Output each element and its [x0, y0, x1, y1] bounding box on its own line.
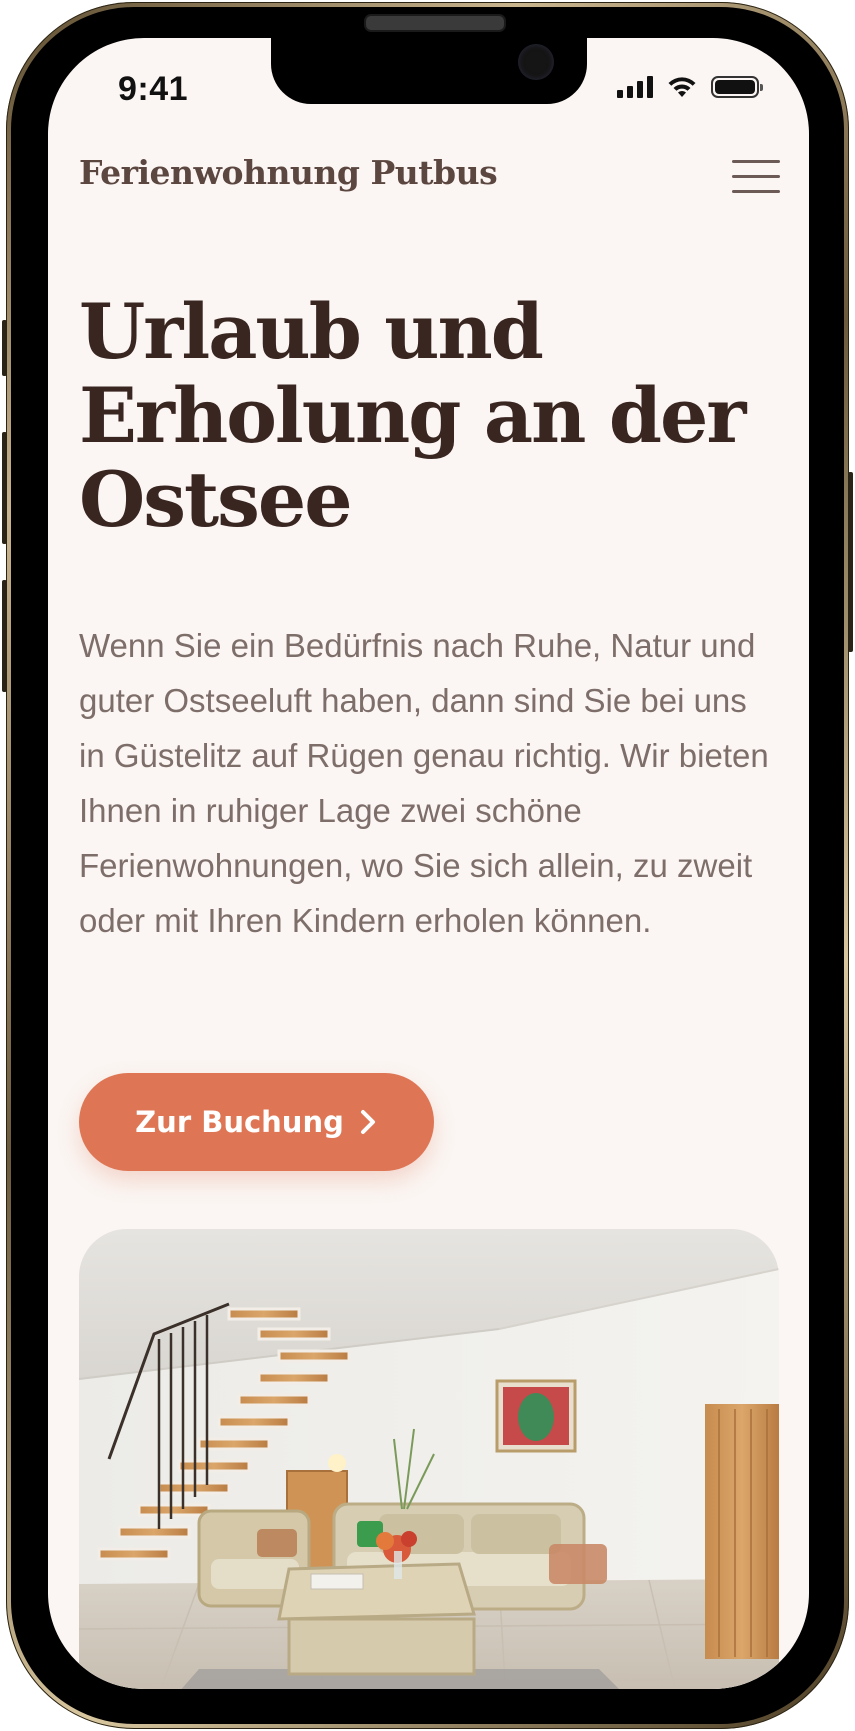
living-room-image [79, 1229, 779, 1689]
volume-down-button [2, 580, 7, 692]
booking-button-label: Zur Buchung [135, 1105, 344, 1139]
power-button [848, 472, 853, 652]
front-camera [518, 44, 554, 80]
wifi-icon [668, 77, 696, 97]
hero-title: Urlaub und Erholung an der Ostsee [79, 287, 746, 544]
hamburger-menu-icon[interactable] [732, 156, 782, 196]
chevron-right-icon [360, 1110, 375, 1134]
cellular-signal-icon [617, 74, 653, 98]
notch [271, 38, 587, 104]
booking-button[interactable]: Zur Buchung [79, 1073, 434, 1171]
volume-up-button [2, 432, 7, 544]
status-icons [617, 74, 763, 98]
status-time: 9:41 [118, 70, 189, 108]
site-brand[interactable]: Ferienwohnung Putbus [79, 153, 498, 192]
apartment-interior-photo [79, 1229, 779, 1689]
battery-icon [711, 76, 763, 98]
silent-switch [2, 320, 7, 376]
screen: 9:41 Ferienwohnung Putbus Urlaub und Erh… [48, 38, 809, 1689]
earpiece-speaker [364, 14, 506, 32]
hero-description: Wenn Sie ein Bedürfnis nach Ruhe, Natur … [79, 627, 769, 939]
